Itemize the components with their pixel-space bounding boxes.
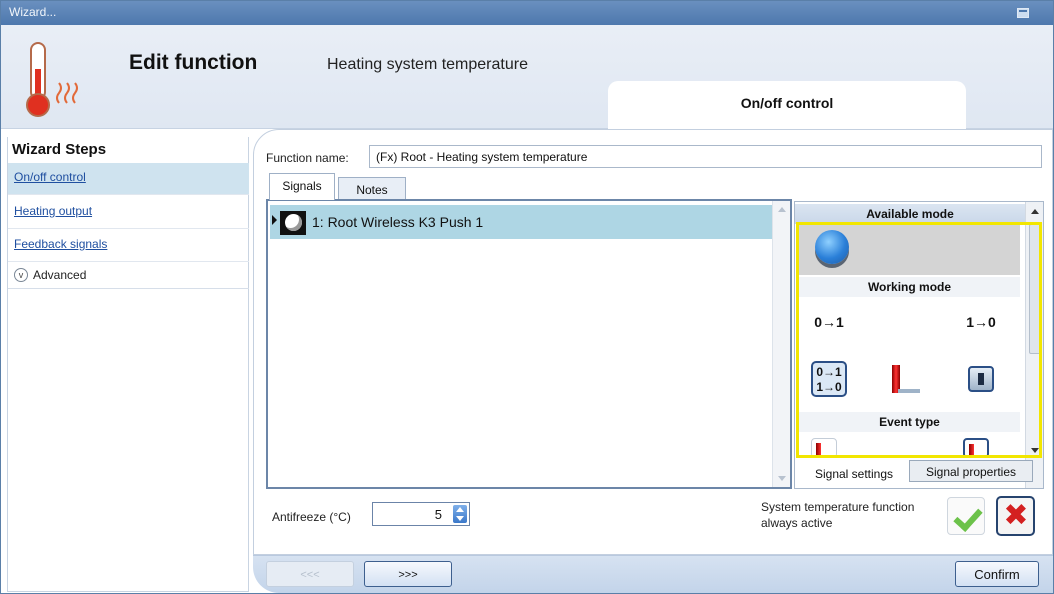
scroll-down-icon[interactable] bbox=[778, 476, 786, 481]
function-name-input[interactable] bbox=[369, 145, 1042, 168]
antifreeze-label: Antifreeze (°C) bbox=[272, 510, 351, 524]
highlight-frame bbox=[796, 222, 1042, 458]
system-temp-label: System temperature function always activ… bbox=[761, 500, 915, 530]
enable-checkmark-button[interactable] bbox=[947, 497, 985, 535]
signals-scrollbar[interactable] bbox=[772, 201, 790, 487]
sidebar-item-label: On/off control bbox=[14, 170, 86, 184]
sidebar-heading: Wizard Steps bbox=[12, 141, 107, 158]
current-step-label: On/off control bbox=[740, 95, 834, 111]
thermometer-icon bbox=[26, 42, 78, 117]
spinner-icon[interactable] bbox=[453, 505, 467, 523]
tab-signal-properties[interactable]: Signal properties bbox=[909, 460, 1033, 482]
signal-label: 1: Root Wireless K3 Push 1 bbox=[312, 214, 484, 230]
advanced-expander[interactable]: v Advanced bbox=[8, 263, 249, 289]
scroll-up-icon[interactable] bbox=[778, 207, 786, 212]
page-subtitle: Heating system temperature bbox=[327, 56, 528, 73]
next-button[interactable]: >>> bbox=[364, 561, 452, 587]
wizard-steps-sidebar: Wizard Steps On/off control Heating outp… bbox=[7, 137, 249, 592]
header: Edit function Heating system temperature… bbox=[1, 25, 1053, 129]
sidebar-item-onoff-control[interactable]: On/off control bbox=[8, 163, 249, 195]
window-title: Wizard... bbox=[9, 5, 57, 19]
title-bar: Wizard... bbox=[1, 1, 1053, 25]
minimize-icon[interactable] bbox=[1017, 8, 1029, 18]
row-expand-icon[interactable] bbox=[272, 215, 277, 225]
chevron-down-icon: v bbox=[14, 268, 28, 282]
signal-row[interactable]: 1: Root Wireless K3 Push 1 bbox=[270, 205, 772, 239]
close-icon: ✖ bbox=[1003, 499, 1029, 532]
advanced-label: Advanced bbox=[33, 268, 87, 282]
signals-list: 1: Root Wireless K3 Push 1 bbox=[266, 199, 792, 489]
function-name-label: Function name: bbox=[266, 151, 349, 165]
disable-button[interactable]: ✖ bbox=[996, 496, 1035, 536]
tab-signal-settings[interactable]: Signal settings bbox=[801, 463, 907, 485]
sidebar-item-label: Heating output bbox=[14, 204, 93, 218]
available-mode-heading: Available mode bbox=[795, 204, 1025, 224]
wizard-window: Wizard... Edit function Heating system t… bbox=[0, 0, 1054, 594]
previous-button[interactable]: <<< bbox=[266, 561, 354, 587]
sidebar-item-heating-output[interactable]: Heating output bbox=[8, 197, 249, 229]
push-button-signal-icon bbox=[280, 211, 306, 235]
scroll-up-icon[interactable] bbox=[1031, 209, 1039, 214]
confirm-button[interactable]: Confirm bbox=[955, 561, 1039, 587]
tab-signals[interactable]: Signals bbox=[269, 173, 335, 200]
antifreeze-stepper[interactable]: 5 bbox=[372, 502, 470, 526]
sidebar-item-label: Feedback signals bbox=[14, 237, 108, 251]
antifreeze-value: 5 bbox=[434, 507, 442, 522]
current-step-tab: On/off control bbox=[608, 81, 966, 129]
page-title: Edit function bbox=[129, 51, 258, 74]
sidebar-item-feedback-signals[interactable]: Feedback signals bbox=[8, 230, 249, 262]
